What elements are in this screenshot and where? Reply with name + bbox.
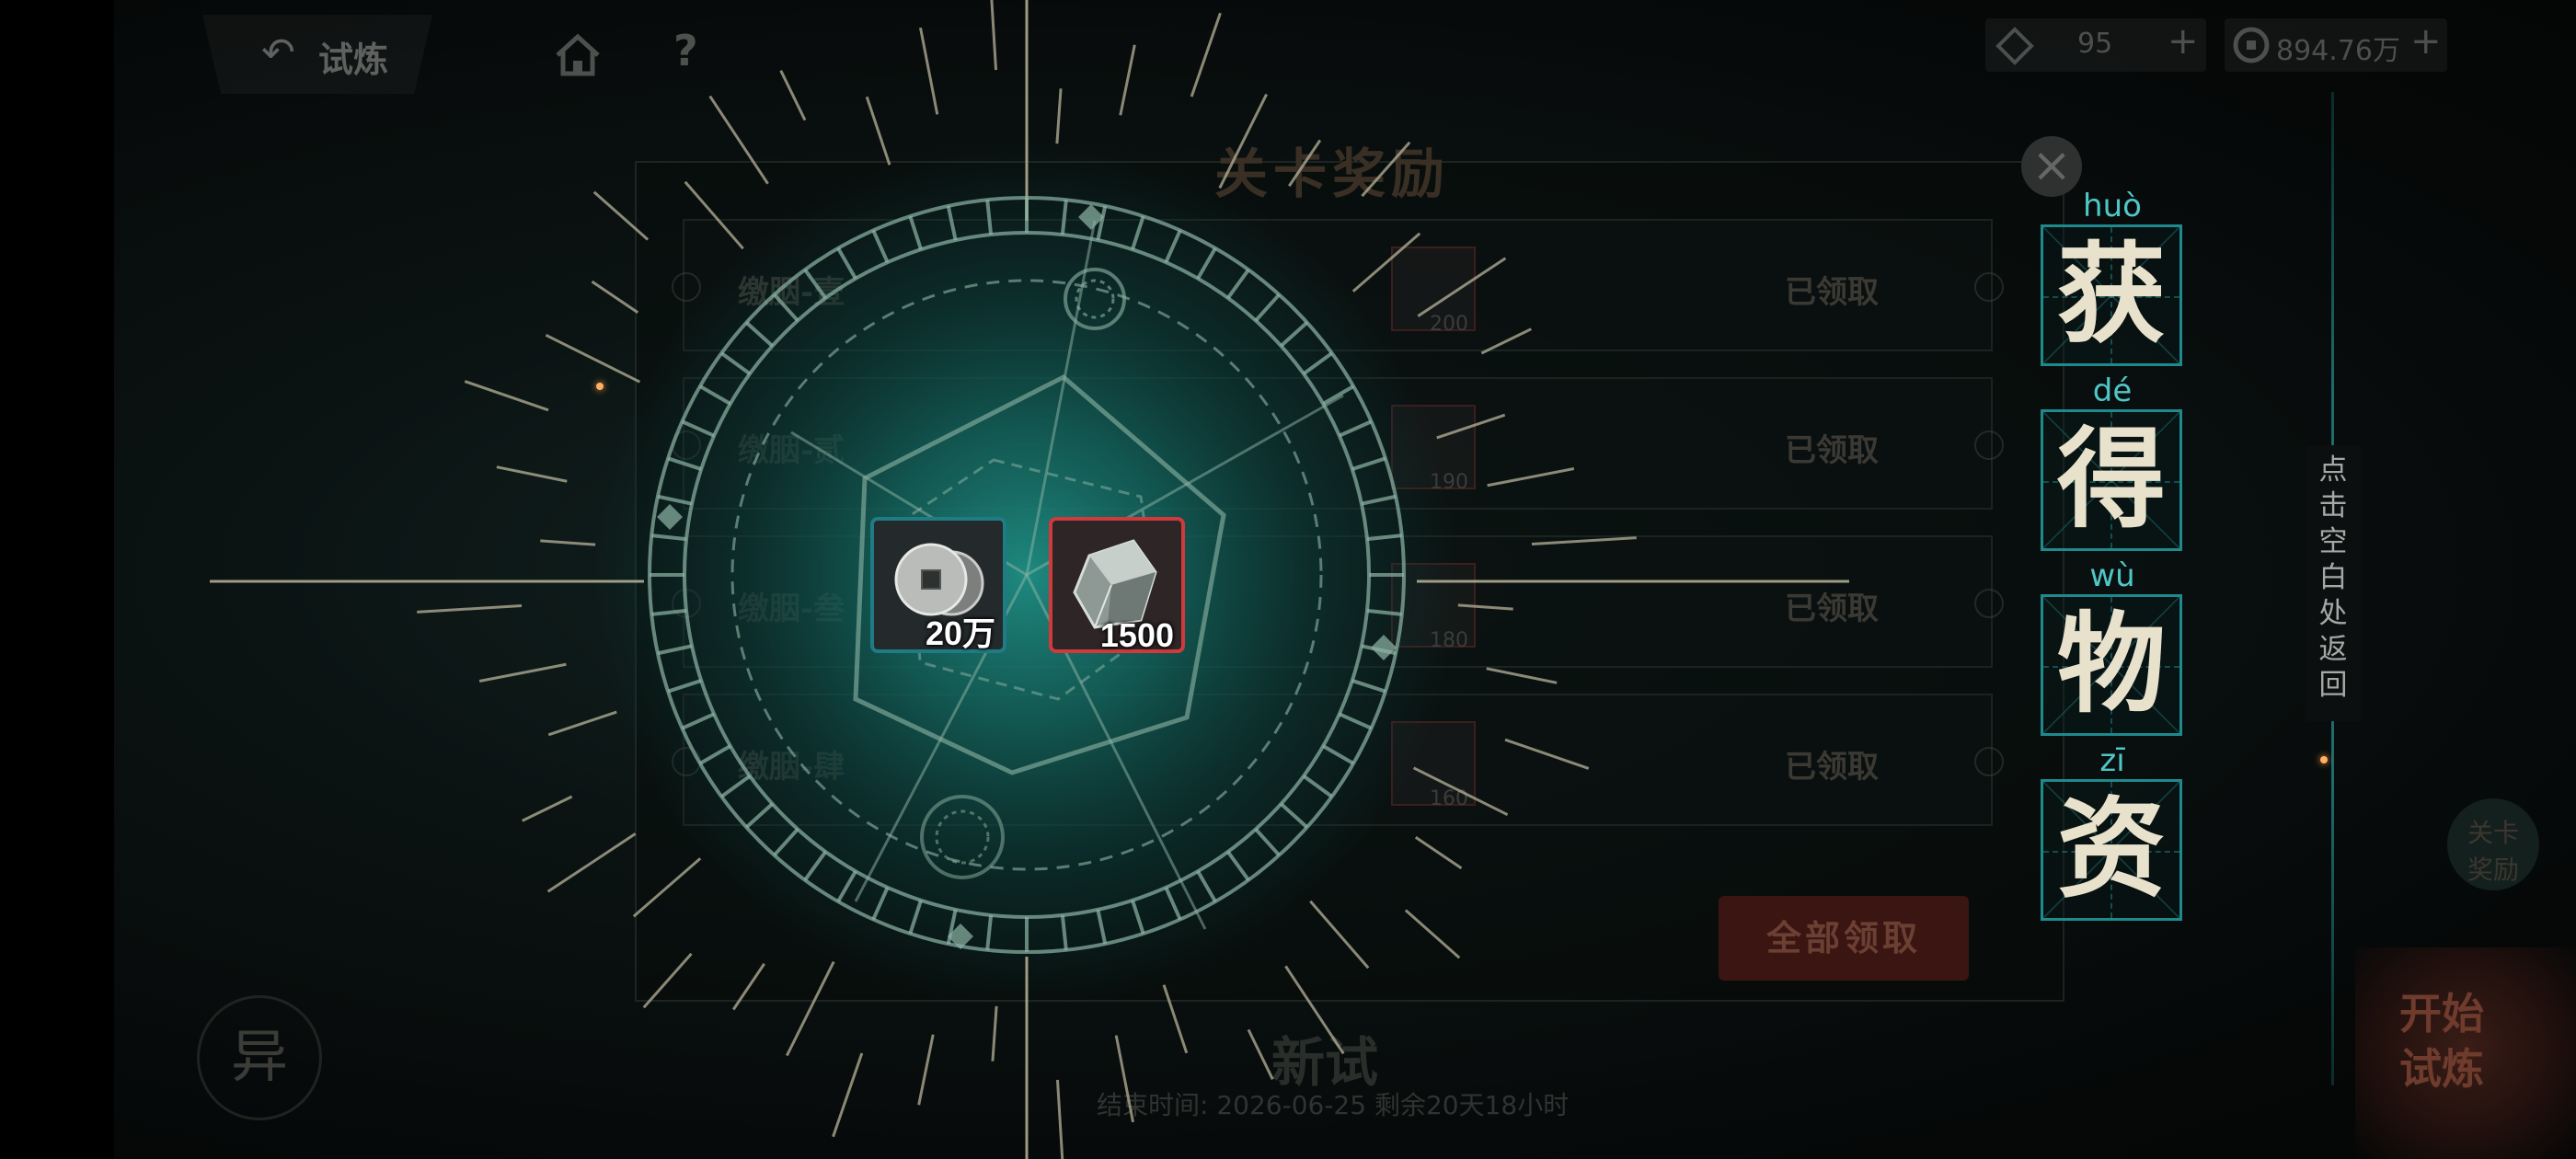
burst-ray xyxy=(1351,232,1421,293)
burst-ray xyxy=(779,70,807,121)
burst-ray xyxy=(917,1034,935,1106)
burst-ray xyxy=(632,857,702,918)
burst-ray xyxy=(1412,766,1509,817)
burst-ray xyxy=(1284,965,1345,1055)
burst-ray xyxy=(417,603,523,614)
title-char: 物 xyxy=(2056,600,2166,728)
burst-ray xyxy=(991,1005,998,1061)
burst-ray xyxy=(522,795,573,822)
burst-ray xyxy=(546,832,637,893)
spark-particle xyxy=(596,383,604,390)
burst-ray xyxy=(731,962,765,1011)
burst-ray xyxy=(1457,603,1513,611)
title-char-box: 获 xyxy=(2041,224,2182,366)
pinyin-label: zī xyxy=(2099,742,2125,779)
burst-ray xyxy=(1404,909,1461,959)
burst-ray xyxy=(592,190,650,241)
burst-ray xyxy=(1480,327,1532,355)
title-char: 获 xyxy=(2056,230,2166,358)
burst-ray xyxy=(865,96,891,166)
title-char-box: 得 xyxy=(2041,409,2182,551)
burst-ray xyxy=(1114,1035,1134,1123)
title-char: 得 xyxy=(2056,415,2166,543)
burst-ray xyxy=(1531,536,1637,546)
burst-ray xyxy=(642,952,693,1009)
pinyin-label: dé xyxy=(2092,373,2133,409)
game-screen[interactable]: ↶ 试炼 ? 95 + 894.76万 + 关卡奖励 × 缴胭-壹200已领取缴… xyxy=(0,0,2576,1159)
burst-ray xyxy=(591,280,639,314)
burst-ray xyxy=(785,960,835,1057)
pinyin-label: wù xyxy=(2089,557,2135,594)
burst-ray xyxy=(478,662,567,683)
reward-burst-effect xyxy=(210,0,1849,1159)
burst-ray xyxy=(684,180,744,250)
burst-ray xyxy=(1119,44,1136,116)
burst-ray xyxy=(1504,738,1590,770)
title-char-box: 物 xyxy=(2041,594,2182,736)
burst-ray xyxy=(1190,12,1222,98)
reward-item-silver-coins[interactable]: 20万 xyxy=(870,517,1006,653)
burst-ray xyxy=(708,95,769,185)
burst-ray xyxy=(1055,88,1063,144)
tap-to-return-hint: 点击空白处返回 xyxy=(2318,453,2348,702)
burst-ray xyxy=(832,1052,864,1138)
burst-ray xyxy=(1417,257,1507,317)
burst-ray xyxy=(1055,1079,1064,1159)
burst-ray xyxy=(1247,1028,1274,1080)
burst-ray xyxy=(547,710,617,737)
burst-ray xyxy=(1487,467,1575,488)
burst-ray xyxy=(1436,413,1506,440)
spark-particle xyxy=(2320,756,2328,763)
burst-ray xyxy=(990,0,998,71)
burst-ray xyxy=(545,333,641,384)
burst-ray xyxy=(1218,93,1269,189)
burst-ray xyxy=(1486,667,1558,684)
reward-qty: 1500 xyxy=(1099,616,1174,654)
burst-ray xyxy=(1288,139,1322,188)
burst-ray xyxy=(496,465,568,483)
title-char-box: 资 xyxy=(2041,779,2182,921)
burst-ray xyxy=(464,380,549,412)
burst-ray xyxy=(1414,836,1463,870)
burst-ray xyxy=(1309,900,1370,970)
pinyin-label: huò xyxy=(2083,188,2142,224)
burst-ray xyxy=(1162,984,1189,1054)
burst-ray xyxy=(919,27,939,115)
title-char: 资 xyxy=(2056,785,2166,912)
burst-ray xyxy=(540,539,596,546)
reward-qty: 20万 xyxy=(925,614,995,652)
reward-item-crystal[interactable]: 1500 xyxy=(1049,517,1185,654)
burst-ray xyxy=(1361,141,1411,198)
